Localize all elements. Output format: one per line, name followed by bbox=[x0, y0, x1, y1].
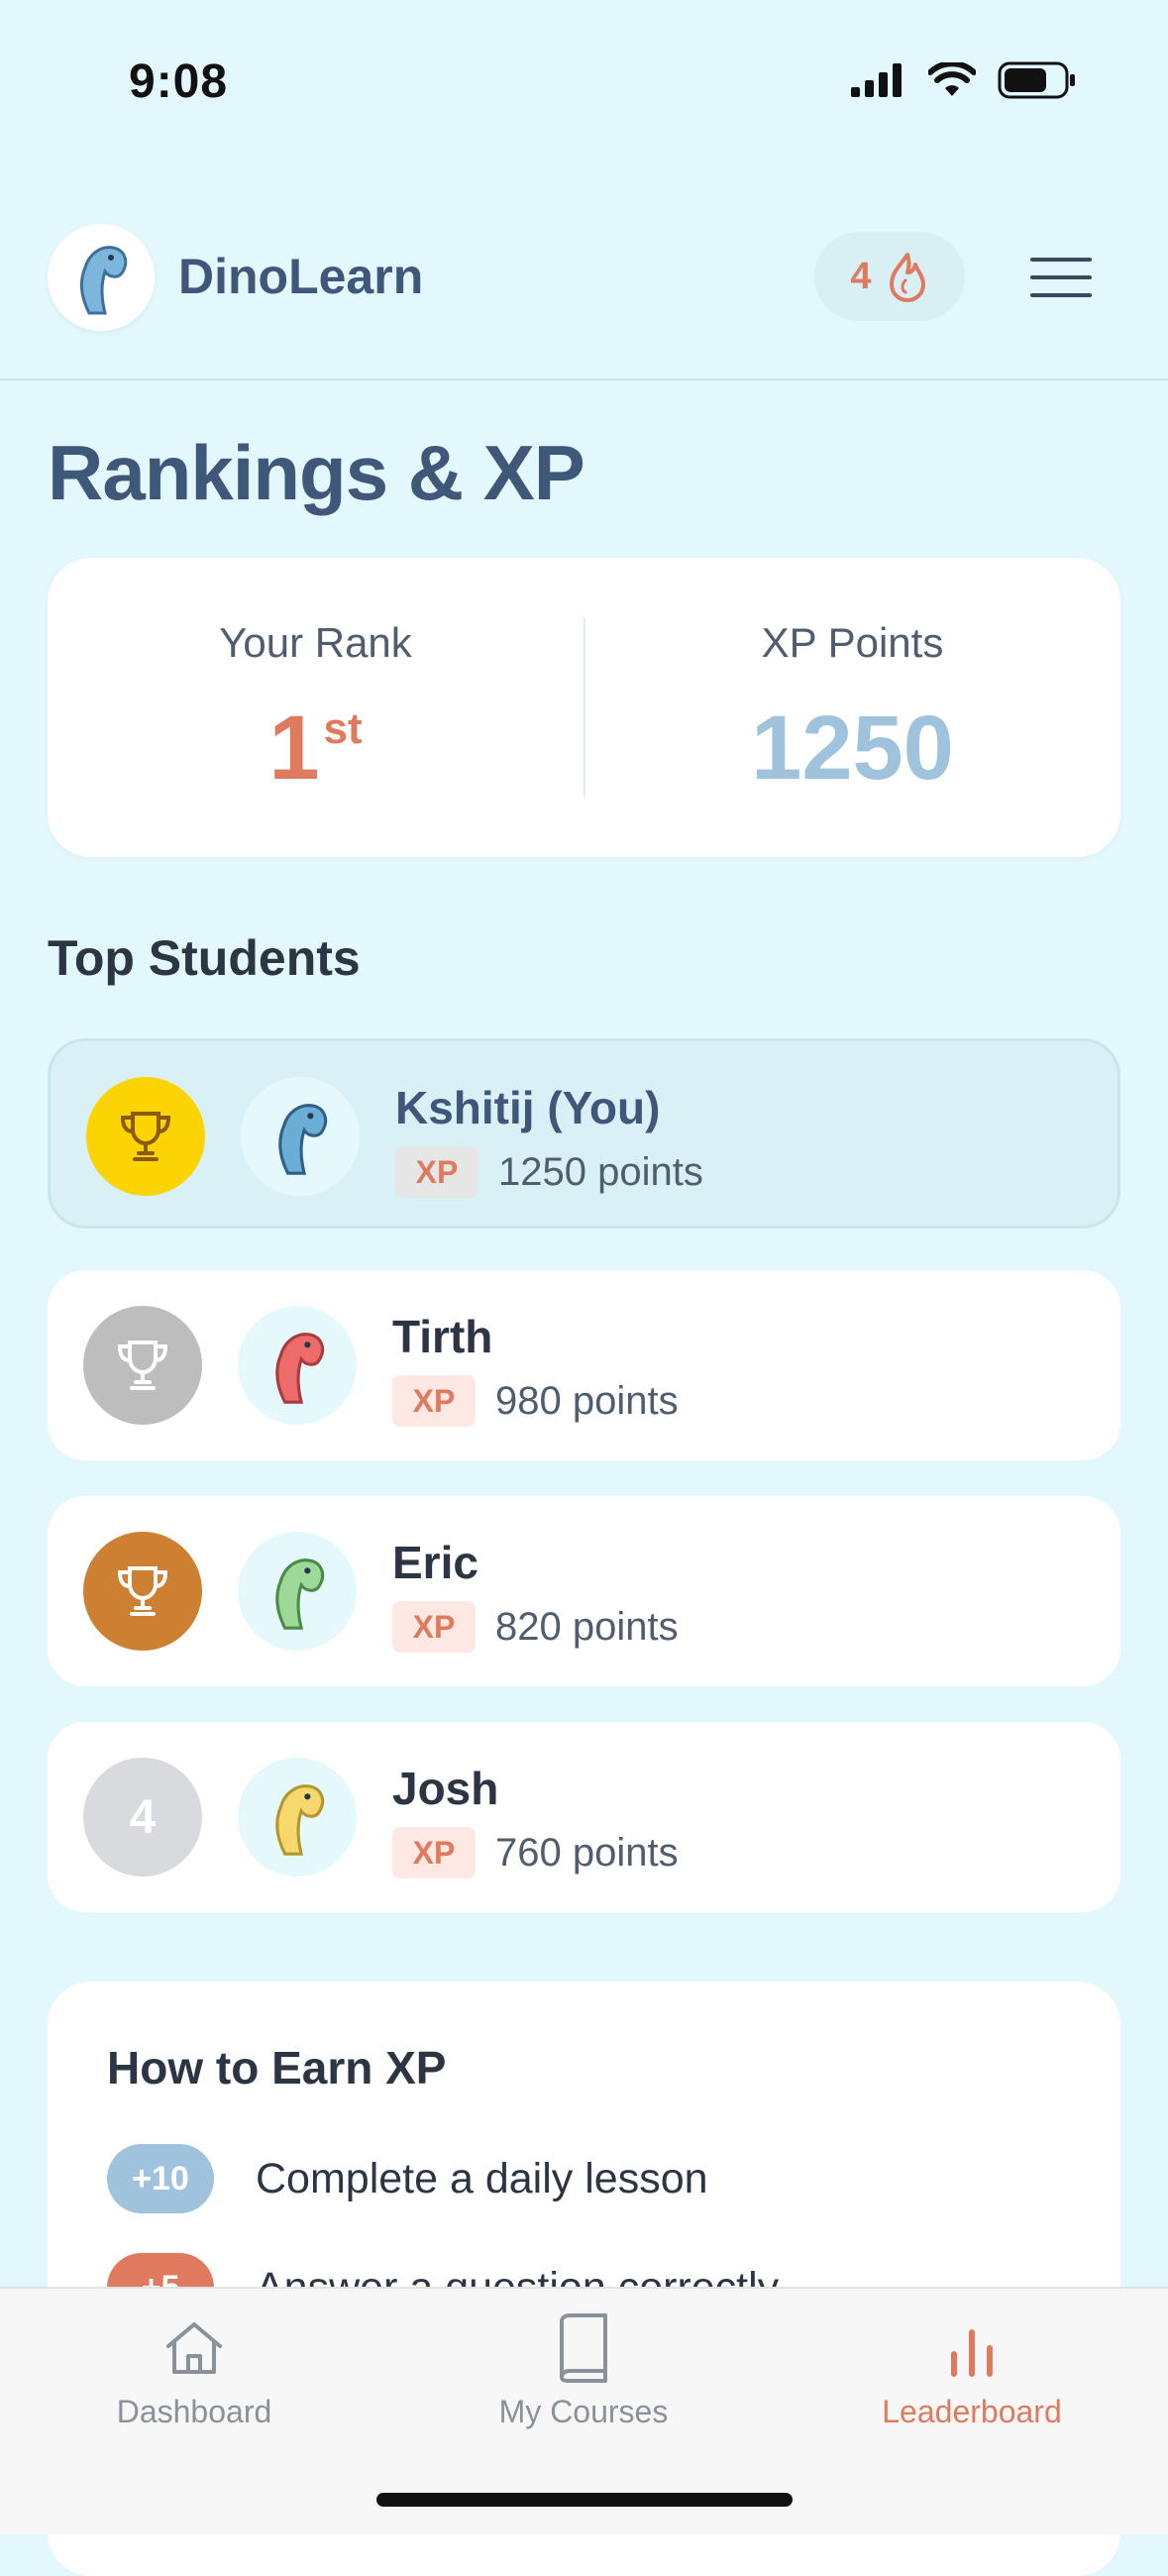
wifi-icon bbox=[928, 62, 976, 96]
gold-trophy-icon bbox=[120, 1112, 171, 1161]
xp-tag: XP bbox=[392, 1375, 476, 1427]
rank-suffix: st bbox=[323, 704, 363, 753]
summary-card: Your Rank 1st XP Points 1250 bbox=[48, 558, 1120, 857]
home-icon bbox=[166, 2322, 222, 2374]
app-title: DinoLearn bbox=[178, 249, 424, 304]
leaderboard-row-1[interactable]: Kshitij (You) XP 1250 points bbox=[48, 1038, 1120, 1229]
bronze-trophy-icon bbox=[117, 1566, 168, 1616]
student-name: Josh bbox=[392, 1763, 499, 1814]
rank-label: Your Rank bbox=[219, 619, 412, 666]
book-icon bbox=[560, 2313, 607, 2383]
xp-label: XP Points bbox=[761, 619, 944, 666]
battery-icon bbox=[998, 61, 1075, 99]
status-time: 9:08 bbox=[129, 55, 229, 108]
app-header: DinoLearn 4 bbox=[0, 208, 1168, 380]
streak-badge[interactable]: 4 bbox=[814, 232, 965, 321]
xp-tag: XP bbox=[392, 1601, 476, 1653]
leaderboard-row-3[interactable]: Eric XP 820 points bbox=[48, 1496, 1120, 1686]
dino-logo-icon bbox=[80, 246, 128, 315]
leaderboard-row-2[interactable]: Tirth XP 980 points bbox=[48, 1270, 1120, 1460]
student-points: 1250 points bbox=[498, 1150, 703, 1194]
rank-badge bbox=[83, 1306, 202, 1425]
flame-icon bbox=[889, 253, 925, 302]
dino-avatar-icon bbox=[278, 1104, 328, 1175]
silver-trophy-icon bbox=[117, 1341, 168, 1390]
rank-number: 1 bbox=[268, 698, 320, 799]
tab-label: My Courses bbox=[498, 2394, 669, 2429]
app-logo[interactable] bbox=[48, 224, 155, 331]
rank-badge bbox=[83, 1532, 202, 1651]
cellular-signal-icon bbox=[851, 63, 902, 97]
avatar bbox=[238, 1758, 357, 1877]
top-students-title: Top Students bbox=[48, 930, 361, 986]
student-points: 760 points bbox=[495, 1831, 679, 1875]
status-icons bbox=[851, 61, 1077, 99]
earn-item-text: Complete a daily lesson bbox=[256, 2154, 708, 2202]
student-name: Kshitij (You) bbox=[395, 1082, 661, 1133]
dino-avatar-icon bbox=[275, 1558, 325, 1630]
rank-value: 1st bbox=[48, 697, 584, 801]
earn-value-badge: +10 bbox=[107, 2144, 214, 2213]
status-bar: 9:08 bbox=[0, 0, 1168, 168]
student-name: Eric bbox=[392, 1537, 478, 1588]
dino-avatar-icon bbox=[275, 1333, 325, 1404]
streak-count: 4 bbox=[850, 255, 872, 297]
earn-item: +10 Complete a daily lesson bbox=[107, 2144, 708, 2213]
xp-tag: XP bbox=[395, 1146, 478, 1198]
avatar bbox=[241, 1077, 360, 1196]
leaderboard-row-4[interactable]: 4 Josh XP 760 points bbox=[48, 1722, 1120, 1912]
xp-value: 1250 bbox=[751, 698, 954, 799]
xp-summary: XP Points 1250 bbox=[584, 558, 1120, 857]
student-name: Tirth bbox=[392, 1311, 493, 1362]
avatar bbox=[238, 1532, 357, 1651]
page-title: Rankings & XP bbox=[48, 429, 585, 516]
tab-label: Dashboard bbox=[116, 2394, 272, 2429]
home-indicator bbox=[376, 2493, 793, 2507]
rank-summary: Your Rank 1st bbox=[48, 558, 584, 857]
tab-label: Leaderboard bbox=[882, 2394, 1062, 2429]
rank-badge: 4 bbox=[83, 1758, 202, 1877]
dino-avatar-icon bbox=[275, 1784, 325, 1856]
hamburger-menu-icon[interactable] bbox=[1030, 258, 1092, 297]
xp-tag: XP bbox=[392, 1827, 476, 1878]
student-points: 980 points bbox=[495, 1379, 679, 1423]
tab-dashboard[interactable]: Dashboard bbox=[46, 2308, 343, 2447]
tab-my-courses[interactable]: My Courses bbox=[435, 2308, 732, 2447]
bar-chart-icon bbox=[951, 2329, 993, 2377]
tab-leaderboard[interactable]: Leaderboard bbox=[823, 2308, 1120, 2447]
earn-xp-title: How to Earn XP bbox=[107, 2042, 447, 2093]
student-points: 820 points bbox=[495, 1605, 679, 1649]
rank-badge bbox=[86, 1077, 205, 1196]
avatar bbox=[238, 1306, 357, 1425]
